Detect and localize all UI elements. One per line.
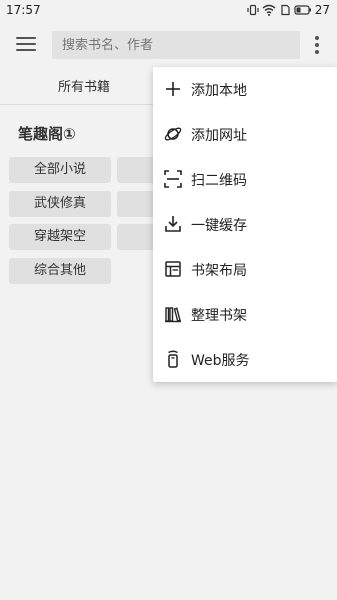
battery-icon <box>294 5 311 15</box>
menu-item-label: 添加本地 <box>191 83 247 99</box>
tab-all-books[interactable]: 所有书籍 <box>0 70 168 104</box>
category-chip[interactable]: 综合其他 <box>9 258 111 284</box>
menu-item-label: 扫二维码 <box>191 173 247 189</box>
menu-item-label: 添加网址 <box>191 128 247 144</box>
category-chip[interactable]: 全部小说 <box>9 157 111 183</box>
top-bar <box>0 20 337 70</box>
menu-item-scan-qr[interactable]: 扫二维码 <box>153 157 337 202</box>
hamburger-menu-icon[interactable] <box>16 37 36 53</box>
download-icon <box>165 216 181 232</box>
menu-item-add-local[interactable]: 添加本地 <box>153 67 337 112</box>
menu-item-organize-shelf[interactable]: 整理书架 <box>153 292 337 337</box>
sim-icon <box>281 4 290 16</box>
more-options-icon[interactable] <box>312 36 322 56</box>
status-bar: 17:57 27 <box>0 0 337 20</box>
overflow-menu: 添加本地 添加网址 扫二维码 一键缓存 书架布局 整理书架 Web服务 <box>153 67 337 382</box>
plus-icon <box>166 82 180 96</box>
status-time: 17:57 <box>6 3 41 17</box>
menu-item-add-url[interactable]: 添加网址 <box>153 112 337 157</box>
web-service-icon <box>168 350 178 368</box>
menu-item-label: 整理书架 <box>191 308 247 324</box>
books-icon <box>165 307 181 323</box>
status-icons: 27 <box>247 3 330 17</box>
menu-item-web-service[interactable]: Web服务 <box>153 337 337 382</box>
source-title: 笔趣阁① <box>18 125 76 143</box>
menu-item-label: Web服务 <box>191 353 250 369</box>
scan-icon <box>164 170 182 188</box>
menu-item-shelf-layout[interactable]: 书架布局 <box>153 247 337 292</box>
menu-item-label: 一键缓存 <box>191 218 247 234</box>
planet-icon <box>164 127 182 141</box>
search-input[interactable] <box>52 31 300 59</box>
layout-icon <box>165 261 181 277</box>
category-chip[interactable]: 穿越架空 <box>9 224 111 250</box>
battery-level: 27 <box>314 3 330 17</box>
menu-item-label: 书架布局 <box>191 263 247 279</box>
category-chip[interactable]: 武侠修真 <box>9 191 111 217</box>
vibrate-icon <box>247 4 259 16</box>
menu-item-cache-all[interactable]: 一键缓存 <box>153 202 337 247</box>
wifi-icon <box>262 4 276 16</box>
